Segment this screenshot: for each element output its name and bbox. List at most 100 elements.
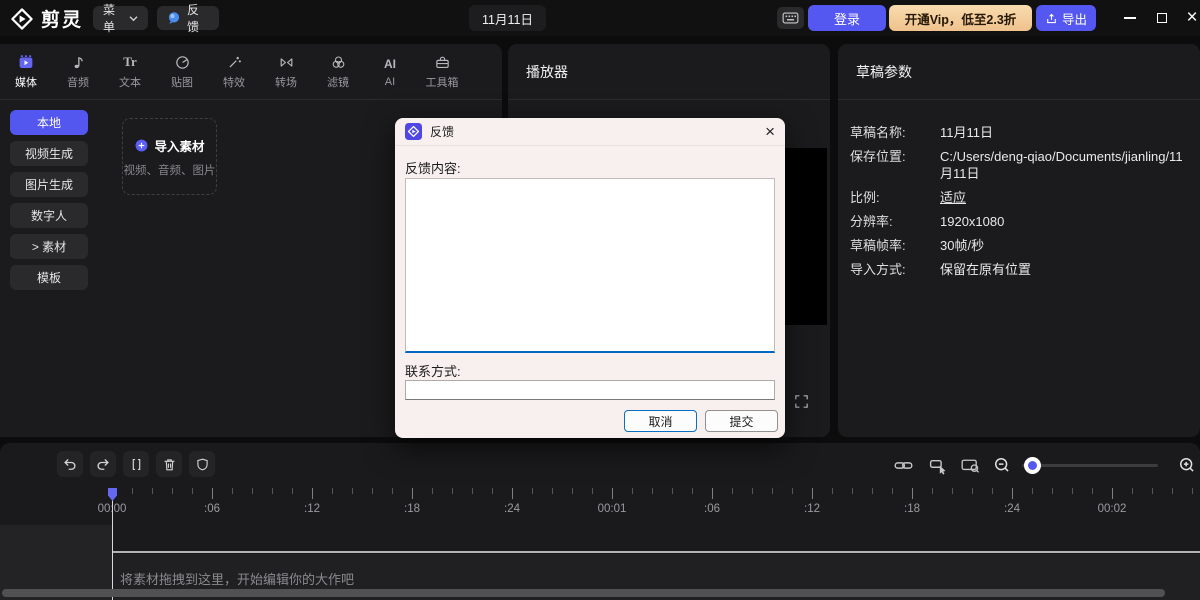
ruler-minor-tick (292, 488, 293, 494)
draft-row-label: 草稿帧率: (850, 237, 940, 254)
vip-button[interactable]: 开通Vip，低至2.3折 (889, 5, 1032, 31)
shield-icon (194, 456, 211, 473)
zoom-in-button[interactable] (1176, 454, 1198, 476)
ruler-minor-tick (172, 488, 173, 494)
ruler-major-tick (1012, 488, 1013, 499)
ruler-minor-tick (1172, 488, 1173, 494)
media-icon (17, 53, 35, 71)
ruler-minor-tick (152, 488, 153, 494)
feedback-content-textarea[interactable] (405, 178, 775, 353)
sidebar-item-image-gen[interactable]: 图片生成 (10, 172, 88, 197)
player-panel-header: 播放器 (508, 44, 830, 100)
horizontal-scrollbar[interactable] (2, 589, 1165, 597)
window-minimize-button[interactable] (1114, 0, 1146, 36)
dialog-close-icon[interactable]: × (765, 123, 775, 140)
sidebar-item-video-gen[interactable]: 视频生成 (10, 141, 88, 166)
undo-icon (61, 455, 79, 473)
sidebar-item-label: 本地 (37, 114, 61, 131)
ruler-minor-tick (952, 488, 953, 494)
import-material-card[interactable]: 导入素材 视频、音频、图片 (122, 118, 217, 195)
tab-sticker[interactable]: 贴图 (156, 44, 208, 99)
redo-button[interactable] (90, 451, 116, 477)
ruler-minor-tick (452, 488, 453, 494)
ruler-time-label: :24 (1004, 503, 1020, 515)
link-clips-button[interactable] (892, 454, 914, 476)
export-button[interactable]: 导出 (1036, 5, 1096, 31)
ruler-minor-tick (1132, 488, 1133, 494)
toolbox-icon (434, 53, 451, 71)
ruler-major-tick (212, 488, 213, 499)
sidebar-item-label: 视频生成 (25, 145, 73, 162)
submit-button[interactable]: 提交 (705, 410, 778, 432)
app-logo: 剪灵 (10, 5, 83, 32)
ruler-major-tick (412, 488, 413, 499)
timeline-zoom-slider[interactable] (1022, 464, 1158, 467)
ruler-minor-tick (572, 488, 573, 494)
tab-media[interactable]: 媒体 (0, 44, 52, 99)
ruler-minor-tick (1072, 488, 1073, 494)
chain-link-icon (893, 455, 914, 476)
ruler-minor-tick (672, 488, 673, 494)
ruler-minor-tick (132, 488, 133, 494)
draft-row-ratio: 比例: 适应 (850, 189, 1190, 206)
tab-transitions[interactable]: 转场 (260, 44, 312, 99)
window-close-button[interactable]: × (1176, 0, 1200, 36)
login-button[interactable]: 登录 (808, 5, 886, 31)
app-title: 剪灵 (41, 5, 83, 32)
ai-icon: AI (384, 55, 396, 73)
ruler-minor-tick (1052, 488, 1053, 494)
draft-row-value: C:/Users/deng-qiao/Documents/jianling/11… (940, 148, 1190, 182)
mask-button[interactable] (189, 451, 215, 477)
ruler-minor-tick (932, 488, 933, 494)
split-button[interactable] (123, 451, 149, 477)
ruler-minor-tick (732, 488, 733, 494)
feedback-button[interactable]: 反馈 (157, 6, 219, 30)
ruler-minor-tick (592, 488, 593, 494)
undo-button[interactable] (57, 451, 83, 477)
ruler-major-tick (512, 488, 513, 499)
cancel-button[interactable]: 取消 (624, 410, 697, 432)
draft-panel-header: 草稿参数 (838, 44, 1200, 100)
sidebar-item-local[interactable]: 本地 (10, 110, 88, 135)
preview-axis-button[interactable] (959, 454, 981, 476)
sticker-icon (174, 53, 191, 71)
feedback-content-label: 反馈内容: (405, 158, 461, 177)
ruler-major-tick (612, 488, 613, 499)
tab-effects[interactable]: 特效 (208, 44, 260, 99)
sidebar-item-templates[interactable]: 模板 (10, 265, 88, 290)
feedback-dialog: 反馈 × 反馈内容: 联系方式: 取消 提交 (395, 118, 785, 438)
timeline-ruler[interactable]: 00:00:06:12:18:2400:01:06:12:18:2400:02 (0, 488, 1200, 525)
draft-row-value-ratio[interactable]: 适应 (940, 189, 966, 206)
ruler-minor-tick (892, 488, 893, 494)
redo-icon (94, 455, 112, 473)
ruler-minor-tick (832, 488, 833, 494)
dialog-app-icon (405, 123, 422, 140)
tab-audio[interactable]: 音频 (52, 44, 104, 99)
zoom-out-button[interactable] (991, 454, 1013, 476)
sidebar-item-digital-human[interactable]: 数字人 (10, 203, 88, 228)
ruler-minor-tick (692, 488, 693, 494)
zoom-slider-knob[interactable] (1024, 457, 1041, 474)
sidebar-item-material[interactable]: > 素材 (10, 234, 88, 259)
tab-label: 滤镜 (327, 74, 349, 90)
cancel-button-label: 取消 (648, 413, 672, 430)
ruler-minor-tick (1032, 488, 1033, 494)
tab-toolbox[interactable]: 工具箱 (416, 44, 468, 99)
dialog-titlebar[interactable]: 反馈 × (395, 118, 785, 146)
magic-wand-icon (226, 53, 243, 71)
shortcut-keyboard-button[interactable] (777, 7, 804, 29)
project-title[interactable]: 11月11日 (469, 5, 546, 31)
tab-filters[interactable]: 滤镜 (312, 44, 364, 99)
snap-button[interactable] (927, 454, 949, 476)
contact-input[interactable] (405, 380, 775, 400)
chevron-down-icon (129, 15, 138, 22)
delete-button[interactable] (156, 451, 182, 477)
window-maximize-button[interactable] (1146, 0, 1178, 36)
ruler-minor-tick (232, 488, 233, 494)
ruler-minor-tick (1192, 488, 1193, 494)
draft-row-value: 30帧/秒 (940, 237, 1190, 254)
fullscreen-icon[interactable] (793, 393, 811, 411)
menu-button[interactable]: 菜单 (93, 6, 148, 30)
tab-ai[interactable]: AI AI (364, 44, 416, 99)
tab-text[interactable]: Tr 文本 (104, 44, 156, 99)
